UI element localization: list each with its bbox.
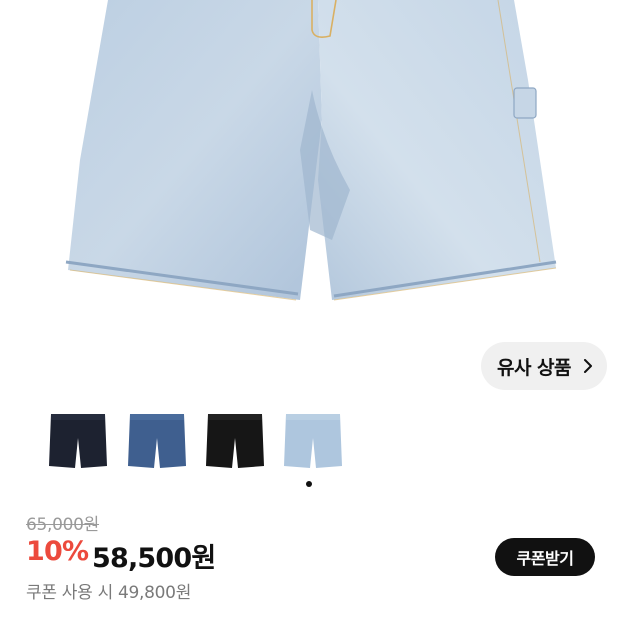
selected-thumbnail-indicator [306, 481, 312, 487]
similar-products-button[interactable]: 유사 상품 [481, 342, 607, 390]
product-detail-screen: 유사 상품 65,000원 10% 58,500원 쿠폰 사용 시 49,800… [0, 0, 620, 620]
color-thumbnail-black[interactable] [45, 408, 111, 474]
product-hero-image[interactable] [0, 0, 620, 330]
coupon-price-text: 쿠폰 사용 시 49,800원 [26, 583, 192, 603]
thumbnail-shorts-image [284, 414, 342, 468]
original-price: 65,000원 [26, 515, 100, 535]
chevron-right-icon [584, 359, 593, 373]
color-thumbnail-black-denim[interactable] [202, 408, 268, 474]
color-thumbnail-medium-wash[interactable] [124, 408, 190, 474]
similar-products-label: 유사 상품 [496, 356, 572, 379]
sale-price: 58,500원 [92, 543, 216, 574]
color-thumbnail-light-wash[interactable] [280, 408, 346, 474]
get-coupon-button[interactable]: 쿠폰받기 [495, 538, 595, 576]
thumbnail-shorts-image [128, 414, 186, 468]
thumbnail-shorts-image [49, 414, 107, 468]
thumbnail-shorts-image [206, 414, 264, 468]
discount-percent: 10% [26, 536, 89, 567]
